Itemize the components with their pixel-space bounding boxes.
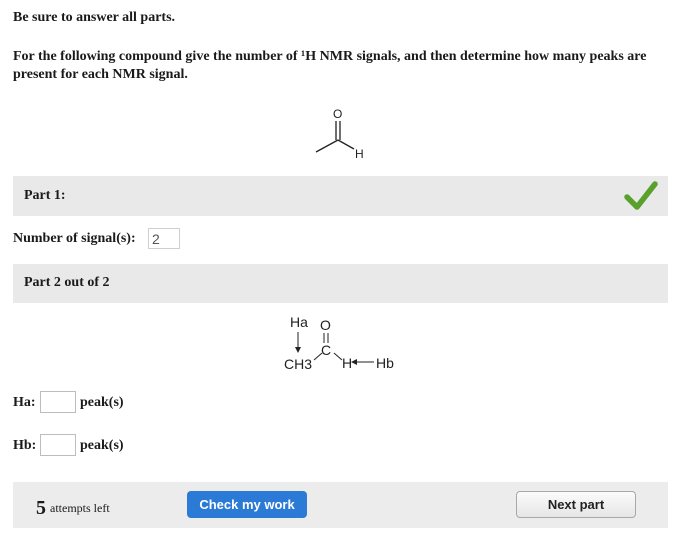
part1-label: Part 1: [24,188,66,203]
hydrogen-atom-label: H [355,147,364,161]
check-icon [624,181,658,210]
question-text: For the following compound give the numb… [13,49,647,82]
oxygen-atom-label: O [333,107,342,121]
labeled-structure-diagram: Ha O C CH3 H Hb [284,314,394,372]
signals-label: Number of signal(s): [13,231,136,246]
hb-row-label: Hb: [13,438,37,453]
ha-peaks-suffix: peak(s) [80,395,124,410]
part2-label: Part 2 out of 2 [24,275,110,290]
instruction-text: Be sure to answer all parts. [13,10,176,25]
attempts-text: attempts left [50,501,110,515]
carbon-label: C [321,342,331,358]
hb-peaks-input[interactable] [40,434,76,456]
hb-label: Hb [376,355,394,371]
check-my-work-button[interactable]: Check my work [187,491,307,518]
part1-header: Part 1: [13,176,668,216]
hb-peaks-suffix: peak(s) [80,438,124,453]
hydrogen-label: H [342,355,352,371]
part2-header: Part 2 out of 2 [13,264,668,303]
ch3-label: CH3 [284,356,312,372]
acetaldehyde-structure: O H [315,107,364,161]
signals-answer-field: 2 [148,228,180,249]
oxygen-label: O [320,317,331,333]
ha-label: Ha [290,314,308,330]
footer-bar: 5 attempts left Check my work Next part [13,482,668,528]
ha-peaks-input[interactable] [40,391,76,413]
attempts-count: 5 [36,497,46,519]
ha-row-label: Ha: [13,395,36,410]
next-part-button[interactable]: Next part [516,491,636,518]
attempts-left: 5 attempts left [36,497,110,520]
